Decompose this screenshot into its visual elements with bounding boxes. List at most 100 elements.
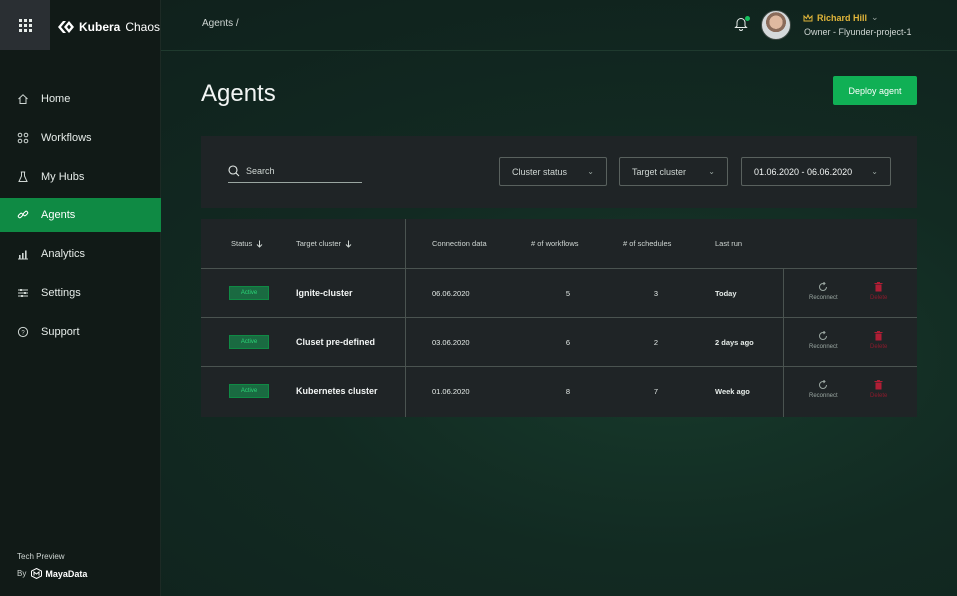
sidebar-item-label: Agents xyxy=(41,209,76,222)
dropdown-label: Cluster status xyxy=(512,166,568,177)
delete-label: Delete xyxy=(870,295,888,301)
user-menu[interactable]: Richard Hill ⌄ xyxy=(803,12,879,23)
status-badge: Active xyxy=(229,384,269,398)
column-divider xyxy=(405,219,406,269)
top-bar: Agents / Richard Hill ⌄ Owner - Flyunder… xyxy=(161,0,957,51)
deploy-agent-button[interactable]: Deploy agent xyxy=(833,76,917,105)
cluster-status-dropdown[interactable]: Cluster status ⌄ xyxy=(499,157,607,186)
app-grid-button[interactable] xyxy=(0,0,50,50)
cluster-name: Cluset pre-defined xyxy=(296,337,376,347)
schedule-count: 3 xyxy=(653,289,659,298)
svg-text:?: ? xyxy=(21,330,25,336)
flask-icon xyxy=(18,171,28,182)
filter-bar: Cluster status ⌄ Target cluster ⌄ 01.06.… xyxy=(201,136,917,208)
mayadata-label: MayaData xyxy=(45,568,88,579)
sidebar-item-label: Analytics xyxy=(41,248,86,261)
reconnect-button[interactable]: Reconnect xyxy=(809,282,838,301)
sidebar-nav: Home Workflows My Hubs Agents Analytics … xyxy=(0,82,161,354)
sidebar-item-analytics[interactable]: Analytics xyxy=(0,237,161,271)
breadcrumb[interactable]: Agents / xyxy=(202,18,239,29)
avatar[interactable] xyxy=(761,10,791,40)
table-row[interactable]: Active Kubernetes cluster 01.06.2020 8 7… xyxy=(201,367,917,416)
bar-chart-icon xyxy=(18,250,28,260)
notifications-button[interactable] xyxy=(734,16,750,32)
dropdown-label: 01.06.2020 - 06.06.2020 xyxy=(754,166,853,177)
column-header-connection-data: Connection data xyxy=(432,239,487,248)
help-icon: ? xyxy=(17,326,29,337)
app-logo[interactable]: Kubera Chaos xyxy=(58,20,160,34)
last-run: 2 days ago xyxy=(715,338,754,347)
by-label: By xyxy=(17,569,27,578)
sidebar-item-label: My Hubs xyxy=(41,170,85,183)
sidebar-item-label: Home xyxy=(41,93,71,105)
powered-by: By MayaData xyxy=(17,568,87,579)
delete-button[interactable]: Delete xyxy=(870,380,887,399)
delete-label: Delete xyxy=(870,393,888,399)
column-header-last-run: Last run xyxy=(715,239,743,248)
trash-icon xyxy=(874,282,883,292)
workflow-count: 5 xyxy=(565,289,571,298)
table-row[interactable]: Active Cluset pre-defined 03.06.2020 6 2… xyxy=(201,318,917,367)
table-row[interactable]: Active Ignite-cluster 06.06.2020 5 3 Tod… xyxy=(201,269,917,318)
column-header-workflows: # of workflows xyxy=(531,239,579,248)
status-badge: Active xyxy=(229,286,269,300)
link-icon xyxy=(17,211,29,219)
last-run: Week ago xyxy=(715,387,750,396)
chevron-down-icon: ⌄ xyxy=(587,167,594,176)
date-range-dropdown[interactable]: 01.06.2020 - 06.06.2020 ⌄ xyxy=(741,157,891,186)
sidebar-item-support[interactable]: ? Support xyxy=(0,315,161,349)
sliders-icon xyxy=(18,288,28,297)
reconnect-icon xyxy=(819,380,828,389)
sidebar-item-workflows[interactable]: Workflows xyxy=(0,121,161,155)
status-badge: Active xyxy=(229,335,269,349)
reconnect-button[interactable]: Reconnect xyxy=(809,380,838,399)
mayadata-logo[interactable]: MayaData xyxy=(31,568,87,579)
search-input[interactable] xyxy=(246,166,346,176)
delete-label: Delete xyxy=(870,344,888,350)
delete-button[interactable]: Delete xyxy=(870,282,887,301)
notification-dot xyxy=(745,16,750,21)
cluster-name: Kubernetes cluster xyxy=(296,386,378,396)
dropdown-label: Target cluster xyxy=(632,166,687,177)
last-run: Today xyxy=(715,289,737,298)
sidebar-item-agents[interactable]: Agents xyxy=(0,198,161,233)
agents-table: Status Target cluster Connection data # … xyxy=(201,219,917,417)
chevron-down-icon: ⌄ xyxy=(871,12,879,22)
arrow-down-icon xyxy=(256,240,263,248)
sidebar-item-home[interactable]: Home xyxy=(0,82,161,116)
cluster-name: Ignite-cluster xyxy=(296,288,353,298)
search-icon xyxy=(228,165,240,177)
column-header-schedules: # of schedules xyxy=(623,239,672,248)
schedule-count: 2 xyxy=(653,338,659,347)
mayadata-icon xyxy=(31,568,43,579)
sidebar-item-label: Workflows xyxy=(41,131,92,144)
workflows-icon xyxy=(17,132,29,144)
header-label: Status xyxy=(231,239,253,248)
tech-preview-label: Tech Preview xyxy=(17,552,65,561)
user-role: Owner - Flyunder-project-1 xyxy=(804,27,912,37)
target-cluster-dropdown[interactable]: Target cluster ⌄ xyxy=(619,157,728,186)
sidebar-item-label: Settings xyxy=(41,286,81,299)
header-label: Target cluster xyxy=(296,239,342,248)
sidebar-item-settings[interactable]: Settings xyxy=(0,276,161,310)
reconnect-button[interactable]: Reconnect xyxy=(809,331,838,350)
grid-icon xyxy=(18,18,32,32)
column-header-target-cluster[interactable]: Target cluster xyxy=(296,239,352,248)
chevron-down-icon: ⌄ xyxy=(708,167,715,176)
arrow-down-icon xyxy=(345,240,352,248)
connection-date: 06.06.2020 xyxy=(432,289,470,298)
sidebar: Kubera Chaos Home Workflows My Hubs Agent… xyxy=(0,0,161,596)
logo-text-bold: Kubera xyxy=(79,20,121,34)
sidebar-item-label: Support xyxy=(41,325,80,338)
trash-icon xyxy=(874,380,883,390)
logo-text-thin: Chaos xyxy=(125,20,161,34)
kubera-logo-icon xyxy=(58,21,74,33)
delete-button[interactable]: Delete xyxy=(870,331,887,350)
column-header-status[interactable]: Status xyxy=(231,239,263,248)
sidebar-item-my-hubs[interactable]: My Hubs xyxy=(0,160,161,194)
user-name: Richard Hill xyxy=(817,12,868,23)
reconnect-icon xyxy=(819,331,828,340)
workflow-count: 6 xyxy=(565,338,571,347)
search-field[interactable] xyxy=(228,160,362,183)
reconnect-icon xyxy=(819,282,828,291)
